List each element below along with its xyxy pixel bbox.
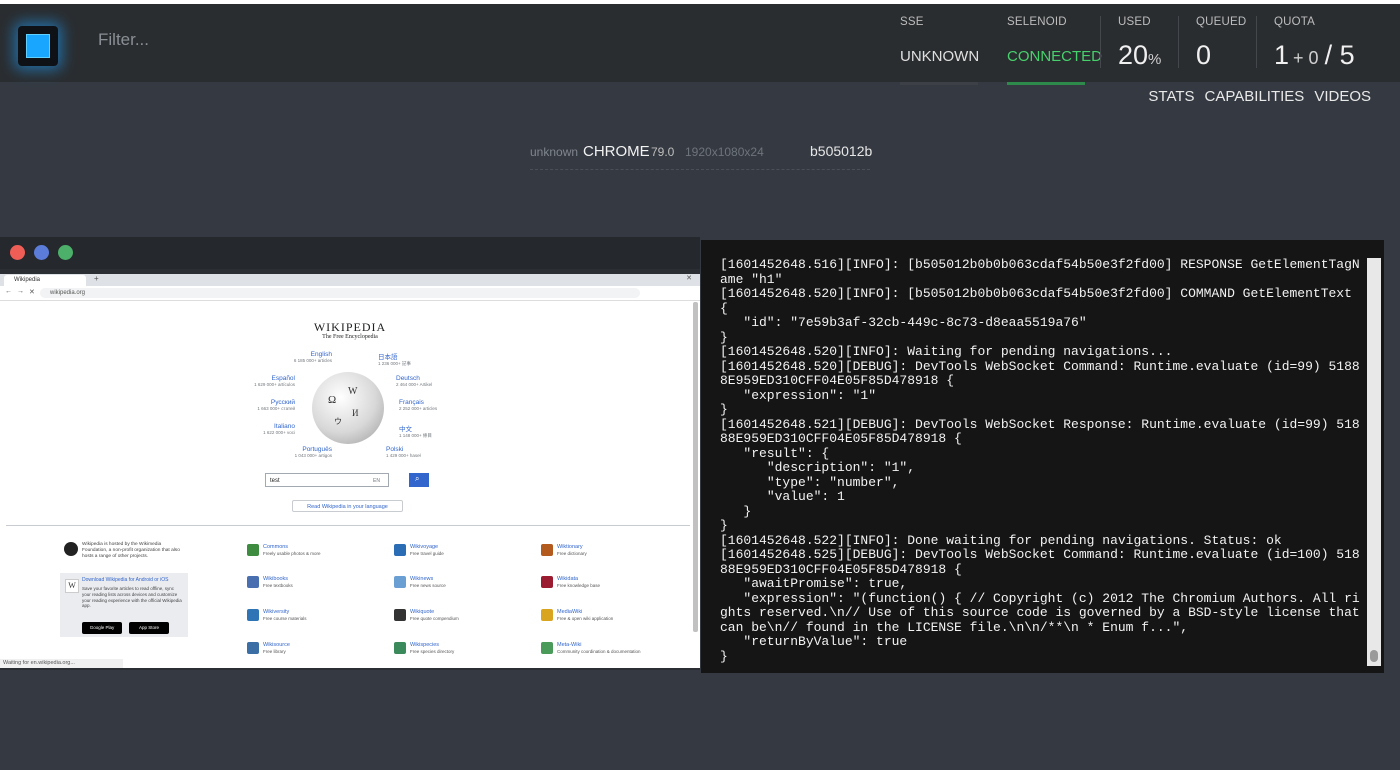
used-label: USED bbox=[1118, 16, 1151, 28]
used-unit: % bbox=[1148, 51, 1162, 68]
google-play-button[interactable]: Google Play bbox=[82, 622, 122, 634]
browser-version: 79.0 bbox=[651, 145, 675, 159]
wikipedia-subtitle: The Free Encyclopedia bbox=[322, 334, 378, 340]
browser-status-text: Waiting for en.wikipedia.org... bbox=[0, 659, 123, 668]
browser-urlbar: ← → ✕ wikipedia.org bbox=[0, 286, 700, 301]
wiki-search-input[interactable]: test EN bbox=[265, 473, 389, 487]
lang-link[interactable]: Español 1 629 000+ artículos bbox=[225, 375, 295, 387]
fullscreen-dot-icon[interactable] bbox=[34, 245, 49, 260]
screen-resolution: 1920x1080x24 bbox=[685, 145, 764, 159]
wmf-text: Wikipedia is hosted by the Wikimedia Fou… bbox=[82, 542, 180, 559]
wikipedia-globe-icon: Ω W И ウ bbox=[312, 372, 384, 444]
header-bar: SSE UNKNOWN SELENOID CONNECTED USED 20% … bbox=[0, 4, 1400, 85]
lang-link[interactable]: Polski 1 429 000+ haseł bbox=[386, 446, 456, 458]
wikipedia-title: WIKIPEDIA bbox=[313, 320, 387, 334]
selenoid-underline bbox=[1007, 82, 1085, 85]
separator bbox=[1256, 16, 1257, 68]
address-input[interactable]: wikipedia.org bbox=[40, 288, 640, 298]
forward-icon[interactable]: → bbox=[17, 288, 24, 295]
videos-link[interactable]: VIDEOS bbox=[1314, 88, 1371, 105]
browser-tabbar: Wikipedia + ✕ bbox=[0, 274, 700, 286]
app-title[interactable]: Download Wikipedia for Android or iOS bbox=[82, 577, 182, 583]
selenoid-logo-icon[interactable] bbox=[18, 26, 58, 66]
queued-label: QUEUED bbox=[1196, 16, 1247, 28]
used-value: 20% bbox=[1118, 40, 1162, 70]
stats-link[interactable]: STATS bbox=[1148, 88, 1194, 105]
selenoid-status: CONNECTED bbox=[1007, 48, 1103, 65]
vnc-panel: Wikipedia + ✕ ← → ✕ wikipedia.org WIKIPE… bbox=[0, 237, 700, 670]
separator bbox=[1178, 16, 1179, 68]
sse-status: UNKNOWN bbox=[900, 48, 980, 65]
session-id: b505012b bbox=[810, 143, 873, 159]
lang-link[interactable]: Français 2 252 000+ articles bbox=[399, 399, 469, 411]
sse-label: SSE bbox=[900, 16, 924, 28]
lang-link[interactable]: English 6 185 000+ articles bbox=[262, 351, 332, 363]
wikipedia-app-icon: W bbox=[65, 579, 79, 593]
lang-link[interactable]: Português 1 043 000+ artigos bbox=[262, 446, 332, 458]
browser-name: CHROME bbox=[583, 143, 650, 160]
log-text: [1601452648.516][INFO]: [b505012b0b0b063… bbox=[720, 257, 1360, 664]
wikimedia-logo-icon bbox=[64, 542, 78, 556]
stop-icon[interactable]: ✕ bbox=[29, 288, 35, 296]
lang-link[interactable]: Deutsch 2 464 000+ Artikel bbox=[396, 375, 466, 387]
lang-link[interactable]: Русский 1 663 000+ статей bbox=[225, 399, 295, 411]
quota-label: QUOTA bbox=[1274, 16, 1316, 28]
log-panel[interactable]: [1601452648.516][INFO]: [b505012b0b0b063… bbox=[701, 240, 1384, 673]
sse-underline bbox=[900, 82, 978, 85]
page-scrollbar[interactable] bbox=[693, 302, 698, 632]
capabilities-link[interactable]: CAPABILITIES bbox=[1205, 88, 1305, 105]
session-name: unknown bbox=[530, 145, 579, 159]
top-nav: STATS CAPABILITIES VIDEOS bbox=[1138, 88, 1371, 105]
lock-dot-icon[interactable] bbox=[58, 245, 73, 260]
back-icon[interactable]: ← bbox=[5, 288, 12, 295]
separator bbox=[1100, 16, 1101, 68]
app-text: Save your favorite articles to read offl… bbox=[82, 586, 182, 609]
session-info: unknown CHROME 79.0 1920x1080x24 b505012… bbox=[530, 143, 873, 170]
lang-link[interactable]: Italiano 1 622 000+ voci bbox=[225, 423, 295, 435]
log-scroll-thumb[interactable] bbox=[1370, 650, 1378, 662]
window-close-icon[interactable]: ✕ bbox=[686, 274, 692, 282]
filter-input[interactable] bbox=[98, 30, 398, 50]
wiki-search-button[interactable]: ⌕ bbox=[409, 473, 429, 487]
read-in-language-button[interactable]: Read Wikipedia in your language bbox=[292, 500, 403, 512]
browser-tab[interactable]: Wikipedia bbox=[4, 275, 86, 286]
new-tab-icon[interactable]: + bbox=[94, 274, 99, 283]
log-scrollbar[interactable] bbox=[1367, 258, 1381, 666]
vnc-titlebar bbox=[0, 237, 700, 269]
close-dot-icon[interactable] bbox=[10, 245, 25, 260]
queued-value: 0 bbox=[1196, 40, 1212, 70]
vnc-screen[interactable]: Wikipedia + ✕ ← → ✕ wikipedia.org WIKIPE… bbox=[0, 274, 700, 668]
app-store-button[interactable]: App Store bbox=[129, 622, 169, 634]
lang-link[interactable]: 日本語 1 236 000+ 記事 bbox=[378, 351, 448, 367]
search-icon: ⌕ bbox=[415, 474, 420, 483]
divider bbox=[6, 525, 690, 526]
lang-link[interactable]: 中文 1 148 000+ 條目 bbox=[399, 423, 469, 439]
quota-value: 1 + 0/ 5 bbox=[1274, 40, 1355, 70]
selenoid-label: SELENOID bbox=[1007, 16, 1067, 28]
